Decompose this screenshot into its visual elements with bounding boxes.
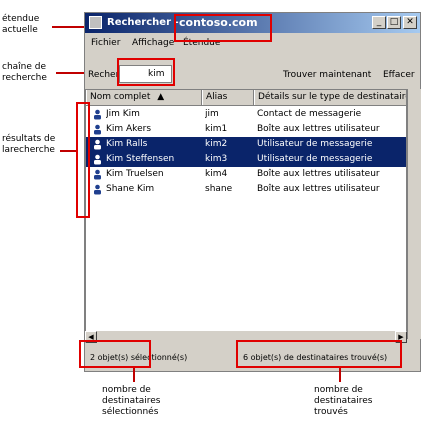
table-row[interactable]: Kim Steffensen kim3 Utilisateur de message… bbox=[86, 152, 406, 167]
table-row[interactable]: Kim Akers kim1 Boîte aux lettres utilisate… bbox=[86, 122, 406, 137]
column-name-label: Nom complet bbox=[90, 92, 151, 102]
mail-user-icon bbox=[92, 154, 103, 165]
annotation-search-string: chaîne de recherche bbox=[2, 62, 47, 84]
annotation-found-count: nombre de destinataires trouvés bbox=[314, 385, 372, 418]
app-icon bbox=[89, 16, 102, 29]
annotation-selected-line3: sélectionnés bbox=[102, 407, 159, 417]
cell-recipient-type: Boîte aux lettres utilisateur bbox=[257, 184, 380, 194]
annotation-found-line2: destinataires bbox=[314, 396, 373, 406]
results-list[interactable]: Nom complet ▲ Alias Détails sur le type … bbox=[85, 89, 407, 339]
cell-alias: kim2 bbox=[205, 139, 228, 149]
cell-alias: jim bbox=[205, 109, 219, 119]
column-header-alias[interactable]: Alias bbox=[202, 90, 254, 105]
menu-view[interactable]: Affichage bbox=[132, 38, 174, 48]
highlight-search bbox=[117, 58, 175, 86]
close-button[interactable]: ✕ bbox=[403, 16, 417, 29]
cell-alias: kim1 bbox=[205, 124, 228, 134]
highlight-scope bbox=[174, 14, 272, 42]
table-row[interactable]: Jim Kim jim Contact de messagerie bbox=[86, 107, 406, 122]
mailbox-user-icon bbox=[92, 124, 103, 135]
cell-name: Kim Steffensen bbox=[106, 154, 175, 164]
cell-name: Kim Ralls bbox=[106, 139, 148, 149]
vertical-scrollbar[interactable] bbox=[407, 89, 421, 339]
mail-user-icon bbox=[92, 139, 103, 150]
cell-recipient-type: Boîte aux lettres utilisateur bbox=[257, 124, 380, 134]
annotation-search-line2: recherche bbox=[2, 73, 47, 83]
contact-icon bbox=[92, 109, 103, 120]
annotation-results-pointer bbox=[60, 150, 76, 152]
find-now-button[interactable]: Trouver maintenant bbox=[283, 70, 371, 80]
window-title: Rechercher - bbox=[107, 17, 179, 28]
highlight-results bbox=[76, 102, 90, 218]
annotation-scope: étendue actuelle bbox=[2, 14, 39, 36]
annotation-scope-line1: étendue bbox=[2, 14, 40, 24]
annotation-found-pointer bbox=[339, 368, 341, 382]
table-row[interactable]: Kim Truelsen kim4 Boîte aux lettres utilis… bbox=[86, 167, 406, 182]
annotation-selected-count: nombre de destinataires sélectionnés bbox=[102, 385, 160, 418]
highlight-selected-count bbox=[79, 340, 151, 368]
mailbox-user-icon bbox=[92, 169, 103, 180]
cell-recipient-type: Utilisateur de messagerie bbox=[257, 139, 373, 149]
annotation-results: résultats de larecherche bbox=[2, 134, 55, 156]
column-header-type[interactable]: Détails sur le type de destinataire bbox=[254, 90, 406, 105]
annotation-selected-pointer bbox=[133, 368, 135, 382]
annotation-selected-line2: destinataires bbox=[102, 396, 161, 406]
table-row[interactable]: Kim Ralls kim2 Utilisateur de messagerie bbox=[86, 137, 406, 152]
cell-name: Jim Kim bbox=[106, 109, 140, 119]
clear-button[interactable]: Effacer bbox=[383, 70, 415, 80]
cell-alias: kim3 bbox=[205, 154, 228, 164]
annotation-selected-line1: nombre de bbox=[102, 385, 151, 395]
annotation-scope-line2: actuelle bbox=[2, 25, 38, 35]
annotation-results-line2: larecherche bbox=[2, 145, 55, 155]
annotation-found-line3: trouvés bbox=[314, 407, 348, 417]
cell-recipient-type: Contact de messagerie bbox=[257, 109, 362, 119]
column-header-name[interactable]: Nom complet ▲ bbox=[86, 90, 202, 105]
mailbox-user-icon bbox=[92, 184, 103, 195]
table-row[interactable]: Shane Kim shane Boîte aux lettres utilisat… bbox=[86, 182, 406, 197]
minimize-button[interactable]: _ bbox=[372, 16, 386, 29]
annotation-search-line1: chaîne de bbox=[2, 62, 47, 72]
cell-recipient-type: Utilisateur de messagerie bbox=[257, 154, 373, 164]
cell-recipient-type: Boîte aux lettres utilisateur bbox=[257, 169, 380, 179]
annotation-found-line1: nombre de bbox=[314, 385, 363, 395]
cell-name: Kim Akers bbox=[106, 124, 152, 134]
menu-file[interactable]: Fichier bbox=[91, 38, 120, 48]
list-header: Nom complet ▲ Alias Détails sur le type … bbox=[86, 90, 406, 106]
cell-name: Shane Kim bbox=[106, 184, 155, 194]
cell-name: Kim Truelsen bbox=[106, 169, 164, 179]
cell-alias: shane bbox=[205, 184, 233, 194]
maximize-button[interactable]: □ bbox=[387, 16, 401, 29]
highlight-found-count bbox=[236, 340, 402, 368]
annotation-results-line1: résultats de bbox=[2, 134, 56, 144]
sort-ascending-icon: ▲ bbox=[157, 92, 165, 102]
cell-alias: kim4 bbox=[205, 169, 228, 179]
